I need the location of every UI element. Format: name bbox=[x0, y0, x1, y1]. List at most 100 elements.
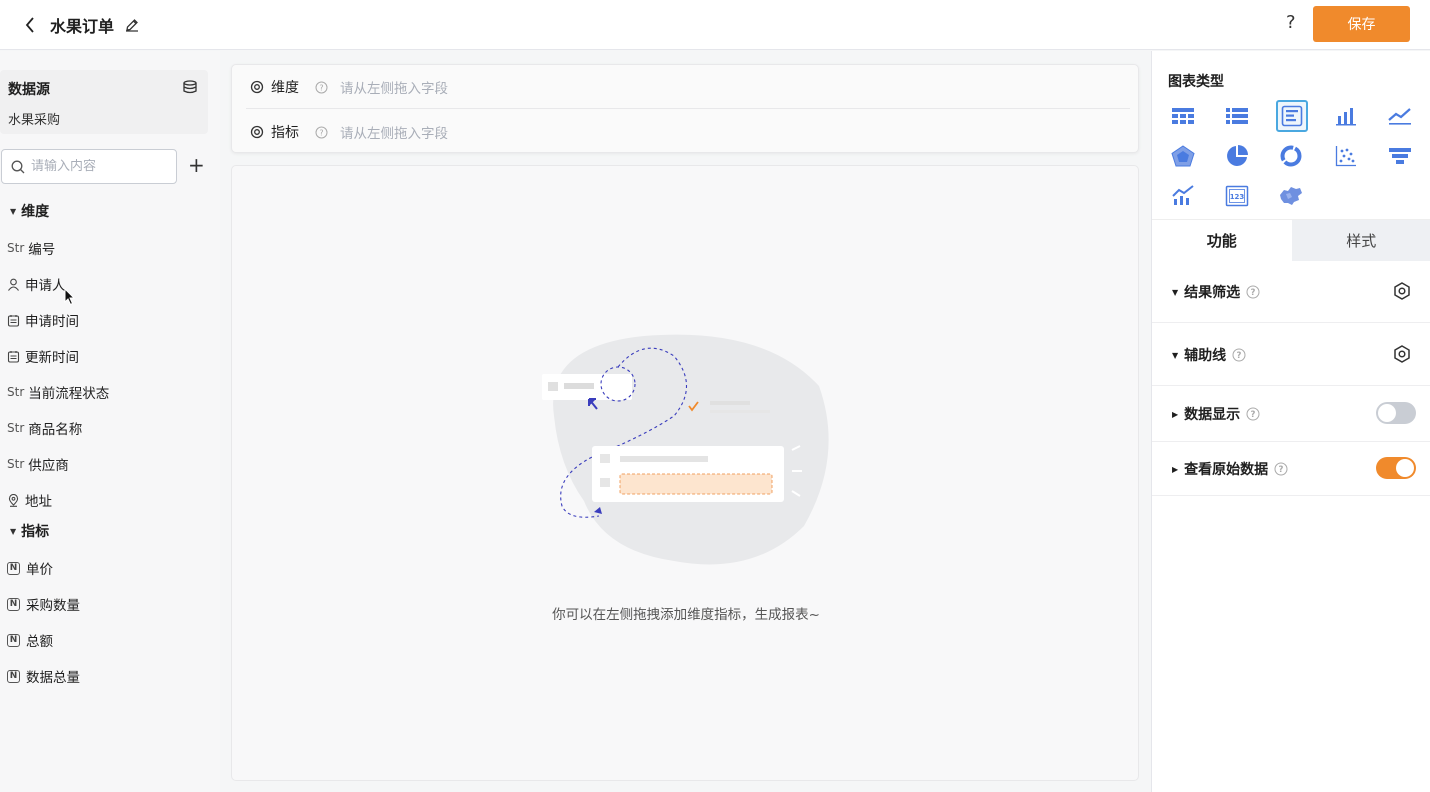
chart-settings-panel: 图表类型 123 功能 样式 ▼ 结果筛选 ? ▼ 辅助线 ? ▶ 数据显示 ?… bbox=[1151, 51, 1430, 792]
dimension-field-item[interactable]: 申请时间 bbox=[7, 310, 79, 330]
target-icon bbox=[250, 80, 264, 94]
option-result-filter: ▼ 结果筛选 ? bbox=[1152, 260, 1430, 323]
help-circle-icon[interactable]: ? bbox=[1246, 285, 1260, 299]
settings-gear-icon[interactable] bbox=[1393, 345, 1411, 363]
string-type-icon: Str bbox=[7, 241, 25, 255]
line-chart-icon[interactable] bbox=[1385, 101, 1415, 131]
empty-state-text: 你可以在左侧拖拽添加维度指标，生成报表~ bbox=[552, 607, 820, 623]
svg-text:123: 123 bbox=[1230, 193, 1245, 201]
dimension-group-header[interactable]: ▼ 维度 bbox=[10, 201, 49, 221]
chart-canvas: 你可以在左侧拖拽添加维度指标，生成报表~ bbox=[231, 165, 1139, 781]
svg-text:?: ? bbox=[1279, 465, 1284, 475]
dimension-field-item[interactable]: 地址 bbox=[7, 490, 52, 510]
settings-gear-icon[interactable] bbox=[1393, 282, 1411, 300]
string-type-icon: Str bbox=[7, 385, 25, 399]
svg-text:?: ? bbox=[1237, 351, 1242, 361]
option-label[interactable]: ▼ 结果筛选 ? bbox=[1172, 282, 1260, 302]
metric-field-item[interactable]: N 单价 bbox=[7, 558, 53, 578]
help-circle-icon[interactable]: ? bbox=[315, 126, 328, 139]
option-label[interactable]: ▶ 查看原始数据 ? bbox=[1172, 459, 1288, 479]
donut-chart-icon[interactable] bbox=[1276, 141, 1306, 171]
toggle-knob bbox=[1378, 404, 1396, 422]
number-type-icon: N bbox=[7, 669, 20, 683]
dimension-field-item[interactable]: Str 供应商 bbox=[7, 454, 69, 474]
option-view-raw-data: ▶ 查看原始数据 ? bbox=[1152, 442, 1430, 496]
scatter-chart-icon[interactable] bbox=[1331, 141, 1361, 171]
metric-field-item[interactable]: N 总额 bbox=[7, 630, 53, 650]
metric-field-item[interactable]: N 采购数量 bbox=[7, 594, 80, 614]
funnel-chart-icon[interactable] bbox=[1385, 141, 1415, 171]
data-display-toggle[interactable] bbox=[1376, 402, 1416, 424]
list-icon[interactable] bbox=[1222, 101, 1252, 131]
search-icon bbox=[11, 160, 25, 173]
table-icon[interactable] bbox=[1168, 101, 1198, 131]
collapse-triangle-icon: ▼ bbox=[10, 526, 17, 536]
help-icon[interactable]: ? bbox=[1286, 12, 1296, 33]
dimension-drop-row[interactable]: 维度 ? 请从左侧拖入字段 bbox=[250, 77, 448, 97]
add-field-button[interactable]: + bbox=[188, 155, 205, 175]
back-icon[interactable] bbox=[20, 15, 40, 35]
metric-group-header[interactable]: ▼ 指标 bbox=[10, 521, 49, 541]
dimension-field-item[interactable]: Str 当前流程状态 bbox=[7, 382, 109, 402]
dimension-drop-placeholder: 请从左侧拖入字段 bbox=[340, 81, 448, 97]
svg-text:?: ? bbox=[1251, 410, 1256, 420]
option-label[interactable]: ▶ 数据显示 ? bbox=[1172, 404, 1260, 424]
chart-type-title: 图表类型 bbox=[1168, 74, 1224, 90]
option-auxiliary-line: ▼ 辅助线 ? bbox=[1152, 323, 1430, 386]
pie-chart-icon[interactable] bbox=[1222, 141, 1252, 171]
expand-triangle-icon: ▶ bbox=[1172, 464, 1179, 474]
toggle-knob bbox=[1396, 459, 1414, 477]
radar-chart-icon[interactable] bbox=[1168, 141, 1198, 171]
collapse-triangle-icon: ▼ bbox=[10, 206, 17, 216]
bar-chart-icon[interactable] bbox=[1331, 101, 1361, 131]
option-label[interactable]: ▼ 辅助线 ? bbox=[1172, 345, 1246, 365]
switch-datasource-icon[interactable] bbox=[182, 80, 200, 96]
field-search bbox=[1, 149, 177, 184]
dimension-field-item[interactable]: Str 编号 bbox=[7, 238, 55, 258]
calendar-icon bbox=[7, 314, 20, 327]
collapse-triangle-icon: ▼ bbox=[1172, 350, 1179, 360]
edit-title-icon[interactable] bbox=[124, 17, 140, 33]
settings-tabs: 功能 样式 bbox=[1152, 219, 1430, 261]
calendar-icon bbox=[7, 350, 20, 363]
datasource-name: 水果采购 bbox=[8, 113, 61, 128]
dimension-field-item[interactable]: 更新时间 bbox=[7, 346, 79, 366]
help-circle-icon[interactable]: ? bbox=[315, 81, 328, 94]
number-type-icon: N bbox=[7, 561, 20, 575]
divider bbox=[246, 108, 1130, 109]
save-button[interactable]: 保存 bbox=[1313, 6, 1410, 42]
dimension-drop-label: 维度 bbox=[271, 80, 299, 96]
help-circle-icon[interactable]: ? bbox=[1232, 348, 1246, 362]
tab-function[interactable]: 功能 bbox=[1152, 220, 1292, 261]
person-icon bbox=[8, 278, 19, 291]
svg-text:?: ? bbox=[319, 83, 323, 92]
indicator-card-icon[interactable]: 123 bbox=[1222, 181, 1252, 211]
page-title: 水果订单 bbox=[50, 16, 115, 36]
map-chart-icon[interactable] bbox=[1276, 181, 1306, 211]
expand-triangle-icon: ▶ bbox=[1172, 409, 1179, 419]
dimension-field-item[interactable]: Str 商品名称 bbox=[7, 418, 82, 438]
metric-drop-placeholder: 请从左侧拖入字段 bbox=[340, 126, 448, 142]
field-sidebar: 数据源 水果采购 + ▼ 维度 Str 编号 申请人 申请时间 更新时间 Str… bbox=[0, 51, 220, 792]
view-raw-data-toggle[interactable] bbox=[1376, 457, 1416, 479]
number-type-icon: N bbox=[7, 633, 20, 647]
svg-text:?: ? bbox=[319, 128, 323, 137]
number-type-icon: N bbox=[7, 597, 20, 611]
top-bar: 水果订单 ? 保存 bbox=[0, 0, 1430, 50]
mouse-cursor-icon bbox=[64, 288, 76, 306]
metric-drop-row[interactable]: 指标 ? 请从左侧拖入字段 bbox=[250, 122, 448, 142]
svg-text:?: ? bbox=[1251, 288, 1256, 298]
search-input[interactable] bbox=[31, 159, 171, 174]
dimension-field-item[interactable]: 申请人 bbox=[7, 274, 66, 294]
help-circle-icon[interactable]: ? bbox=[1246, 407, 1260, 421]
datasource-title: 数据源 bbox=[8, 82, 50, 98]
metric-field-item[interactable]: N 数据总量 bbox=[7, 666, 80, 686]
combo-chart-icon[interactable] bbox=[1168, 181, 1198, 211]
detail-table-icon[interactable] bbox=[1276, 100, 1308, 132]
collapse-triangle-icon: ▼ bbox=[1172, 287, 1179, 297]
metric-drop-label: 指标 bbox=[271, 125, 299, 141]
tab-style[interactable]: 样式 bbox=[1291, 220, 1430, 261]
help-circle-icon[interactable]: ? bbox=[1274, 462, 1288, 476]
target-icon bbox=[250, 125, 264, 139]
empty-state-illustration bbox=[542, 334, 829, 565]
